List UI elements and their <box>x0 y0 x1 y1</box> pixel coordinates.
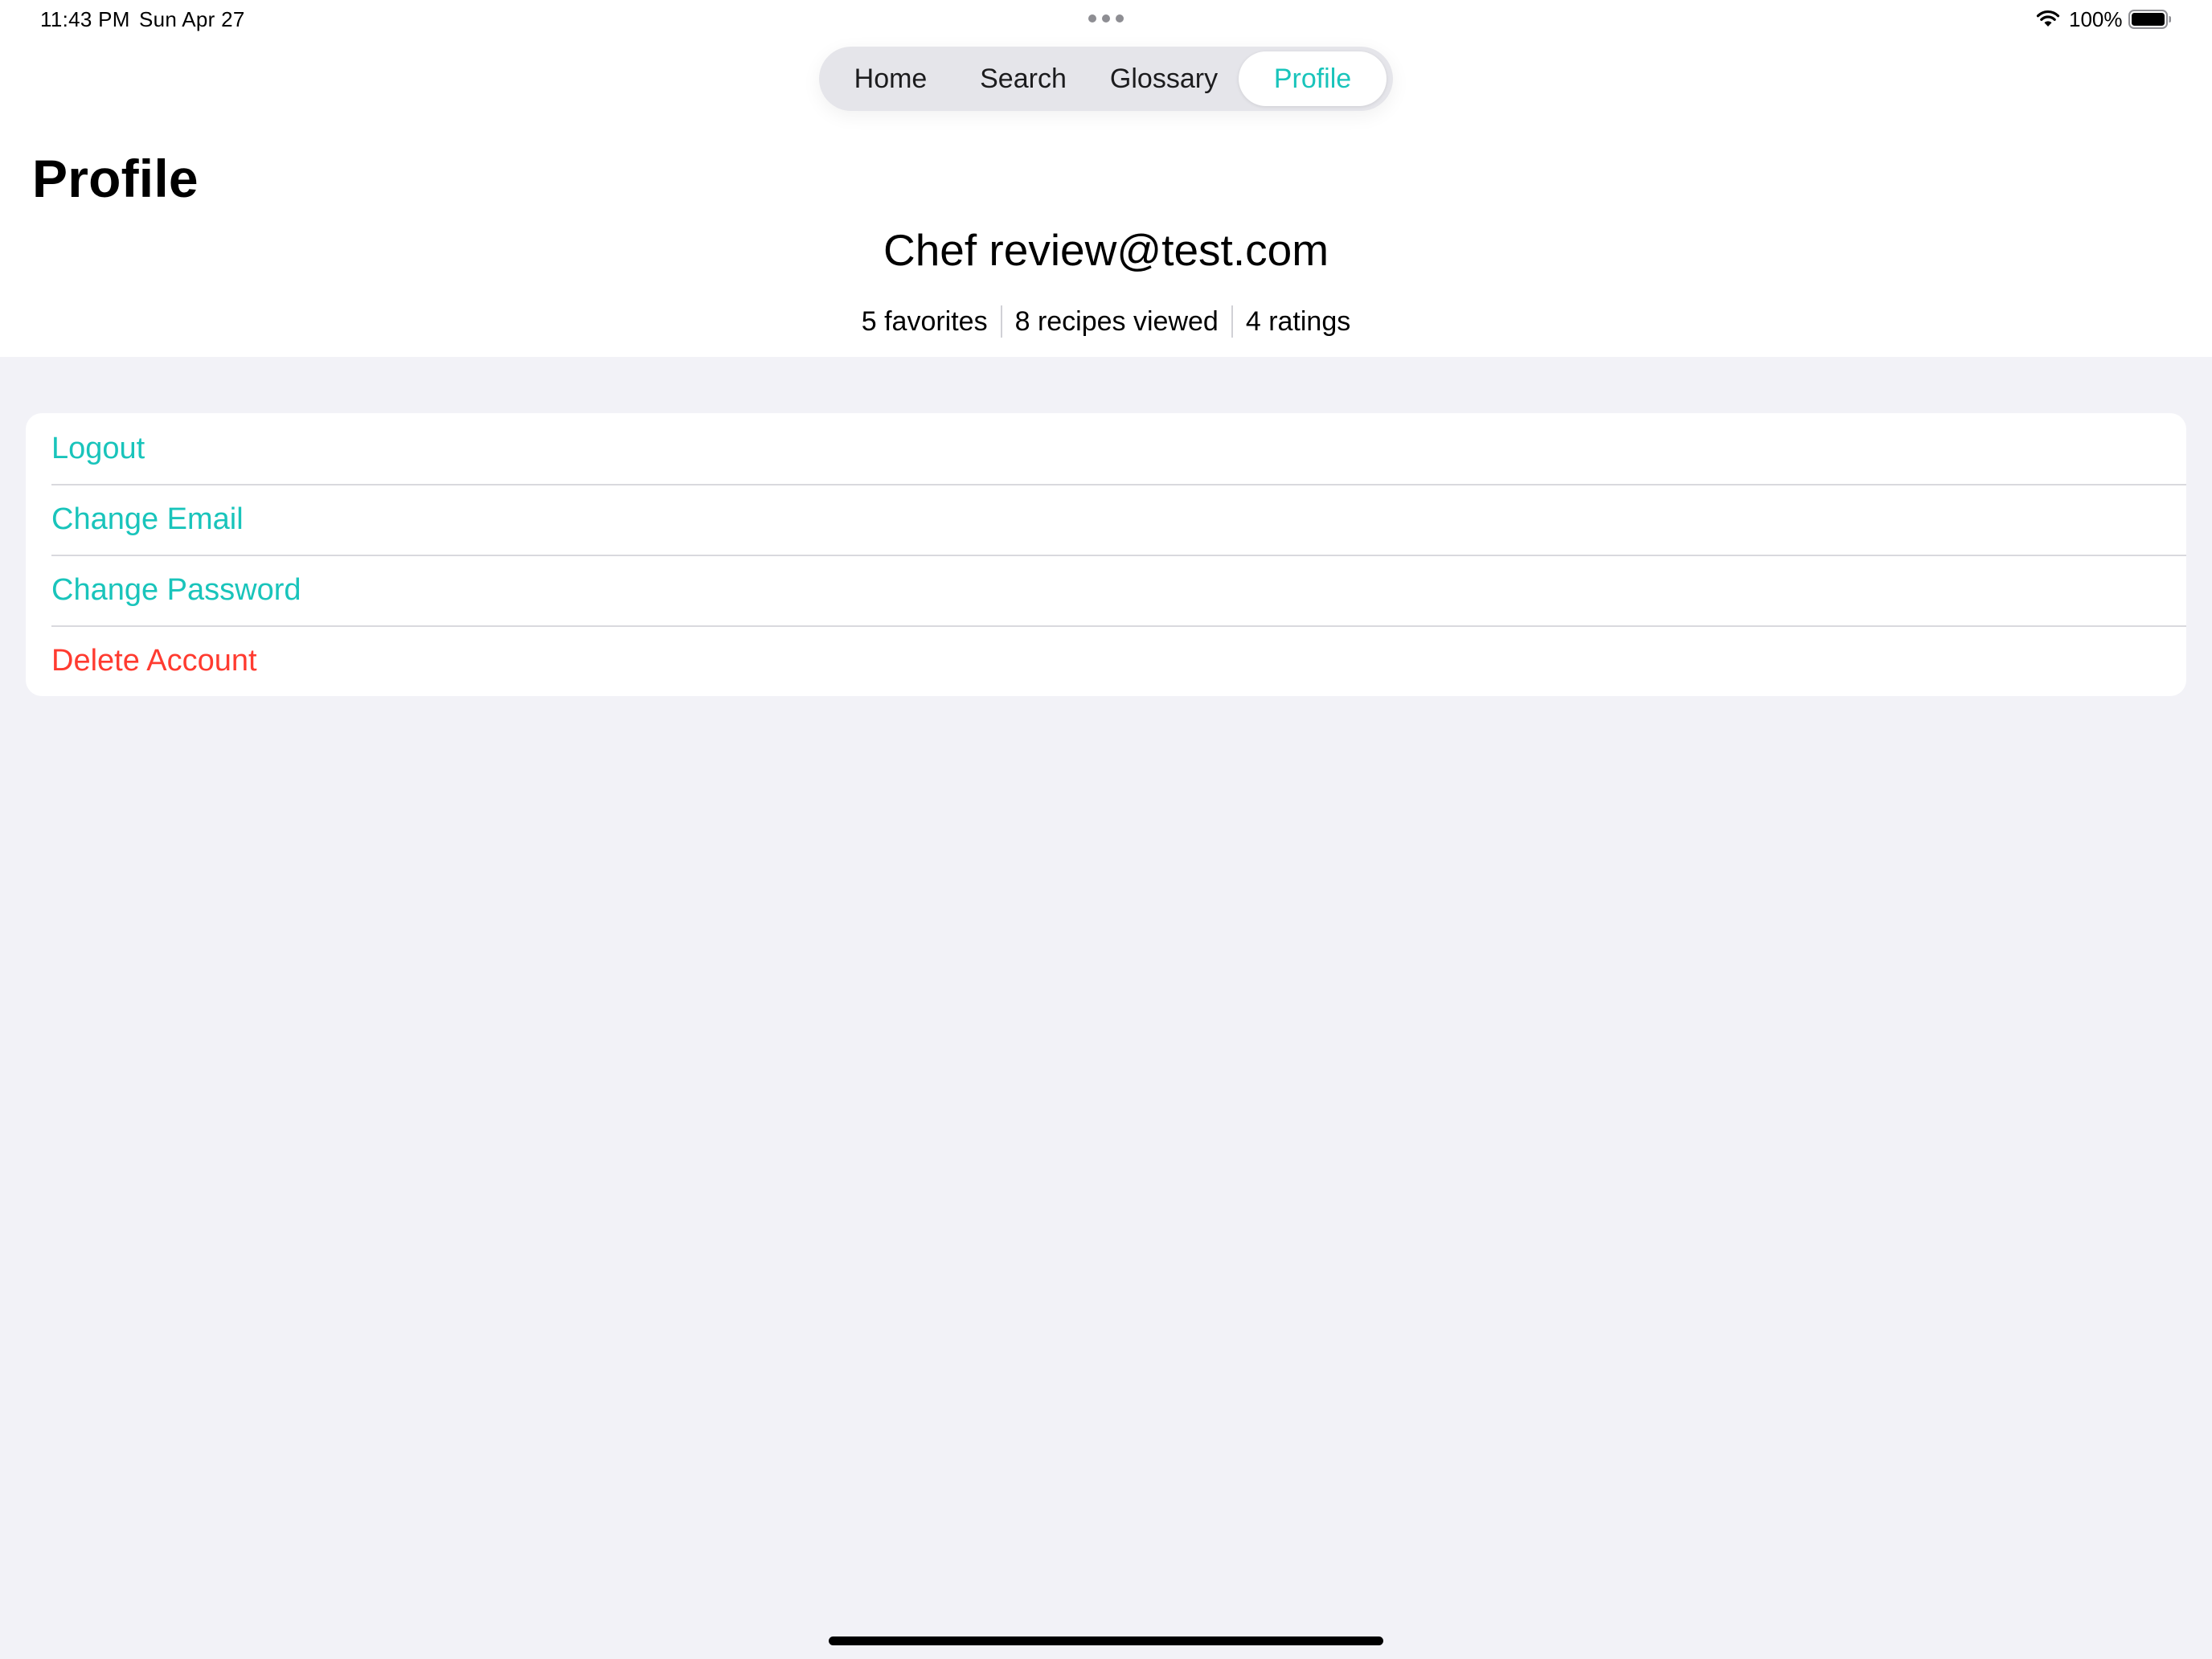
change-password-button[interactable]: Change Password <box>26 555 2186 625</box>
stat-favorites: 5 favorites <box>861 306 988 337</box>
tab-search[interactable]: Search <box>957 51 1089 106</box>
tab-home[interactable]: Home <box>824 51 957 106</box>
page-title: Profile <box>32 149 199 208</box>
stat-recipes-viewed: 8 recipes viewed <box>1014 306 1219 337</box>
profile-stats: 5 favorites 8 recipes viewed 4 ratings <box>0 304 2212 339</box>
battery-icon <box>2128 10 2171 29</box>
home-indicator[interactable] <box>829 1636 1383 1645</box>
wifi-icon <box>2036 10 2060 27</box>
tab-profile[interactable]: Profile <box>1239 51 1387 106</box>
profile-name: Chef review@test.com <box>883 225 1329 275</box>
status-date: Sun Apr 27 <box>139 7 245 31</box>
stat-ratings: 4 ratings <box>1245 306 1351 337</box>
logout-button[interactable]: Logout <box>26 413 2186 484</box>
change-email-button[interactable]: Change Email <box>26 484 2186 555</box>
battery-percentage: 100% <box>2069 7 2123 31</box>
tab-bar: Home Search Glossary Profile <box>819 47 1393 111</box>
delete-account-button[interactable]: Delete Account <box>26 625 2186 696</box>
status-time: 11:43 PM <box>40 7 130 31</box>
tab-glossary[interactable]: Glossary <box>1089 51 1239 106</box>
multitasking-dots-icon[interactable] <box>1088 14 1124 23</box>
account-actions-list: Logout Change Email Change Password Dele… <box>26 413 2186 696</box>
